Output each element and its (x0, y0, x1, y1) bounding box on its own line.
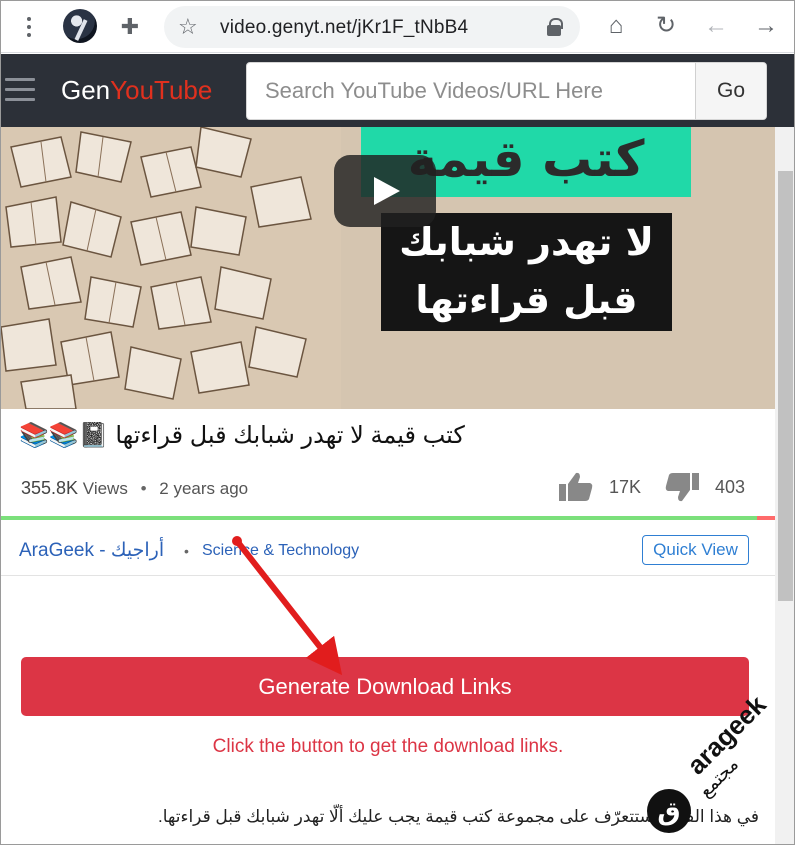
meta-separator: • (140, 479, 147, 498)
search-input[interactable] (247, 63, 695, 119)
lock-icon[interactable] (546, 18, 563, 36)
extensions-icon[interactable]: ✚ (117, 14, 143, 40)
page-frame: ✚ ☆ video.genyt.net/jKr1F_tNbB4 ⌂ ↻ ← → … (0, 0, 795, 845)
scrollbar-thumb[interactable] (778, 171, 793, 601)
url-text[interactable]: video.genyt.net/jKr1F_tNbB4 (220, 17, 468, 39)
hamburger-menu-icon[interactable] (3, 78, 35, 104)
watermark-badge: ق (647, 789, 691, 833)
dislike-count: 403 (715, 477, 746, 497)
reload-icon[interactable]: ↻ (651, 11, 681, 41)
quick-view-button[interactable]: Quick View (642, 535, 749, 565)
title-emoji-icons: 📓📚📚 (19, 421, 109, 449)
menu-icon[interactable] (19, 13, 39, 41)
thumbs-up-icon (559, 472, 593, 501)
upload-age: 2 years ago (159, 479, 249, 498)
thumbs-down-icon (665, 473, 699, 502)
like-count: 17K (609, 477, 642, 497)
play-button-icon[interactable] (334, 155, 436, 227)
page-scrollbar[interactable] (775, 127, 794, 844)
views-count: 355.8K (21, 478, 79, 498)
go-button[interactable]: Go (695, 63, 766, 119)
video-meta: 355.8K Views • 2 years ago (21, 478, 248, 499)
site-logo[interactable]: GenYouTube (61, 75, 212, 106)
site-header: GenYouTube Go (1, 54, 794, 127)
channel-row: AraGeek - أراجيك • Science & Technology … (1, 526, 775, 576)
browser-toolbar: ✚ ☆ video.genyt.net/jKr1F_tNbB4 ⌂ ↻ ← → (1, 1, 794, 53)
category-link[interactable]: Science & Technology (202, 542, 359, 560)
star-icon[interactable]: ☆ (178, 13, 198, 41)
video-title-text: كتب قيمة لا تهدر شبابك قبل قراءتها (115, 422, 465, 449)
thumbnail-black-line2: قبل قراءتها (415, 278, 638, 322)
channel-separator: • (184, 543, 189, 559)
rating-bar-negative (757, 516, 775, 520)
generate-download-links-button[interactable]: Generate Download Links (21, 657, 749, 716)
search-box: Go (246, 62, 767, 120)
rating-bar (1, 516, 775, 520)
logo-youtube: YouTube (110, 75, 213, 105)
forward-icon[interactable]: → (751, 11, 781, 41)
video-thumbnail[interactable]: كتب قيمة لا تهدر شبابك قبل قراءتها (1, 127, 775, 409)
avatar[interactable] (63, 9, 97, 43)
home-icon[interactable]: ⌂ (601, 11, 631, 41)
books-illustration (1, 127, 341, 409)
views-label: Views (82, 479, 128, 498)
address-bar[interactable]: ☆ video.genyt.net/jKr1F_tNbB4 (164, 6, 580, 48)
thumbnail-black-text: لا تهدر شبابك قبل قراءتها (381, 213, 672, 331)
likes-panel: 17K 403 (557, 469, 752, 505)
logo-gen: Gen (61, 75, 111, 105)
video-title: كتب قيمة لا تهدر شبابك قبل قراءتها 📓📚📚 (19, 421, 759, 450)
arageek-watermark: ق arageek مجتمع (641, 689, 772, 841)
channel-link[interactable]: AraGeek - أراجيك (19, 539, 164, 562)
back-icon[interactable]: ← (701, 11, 731, 41)
